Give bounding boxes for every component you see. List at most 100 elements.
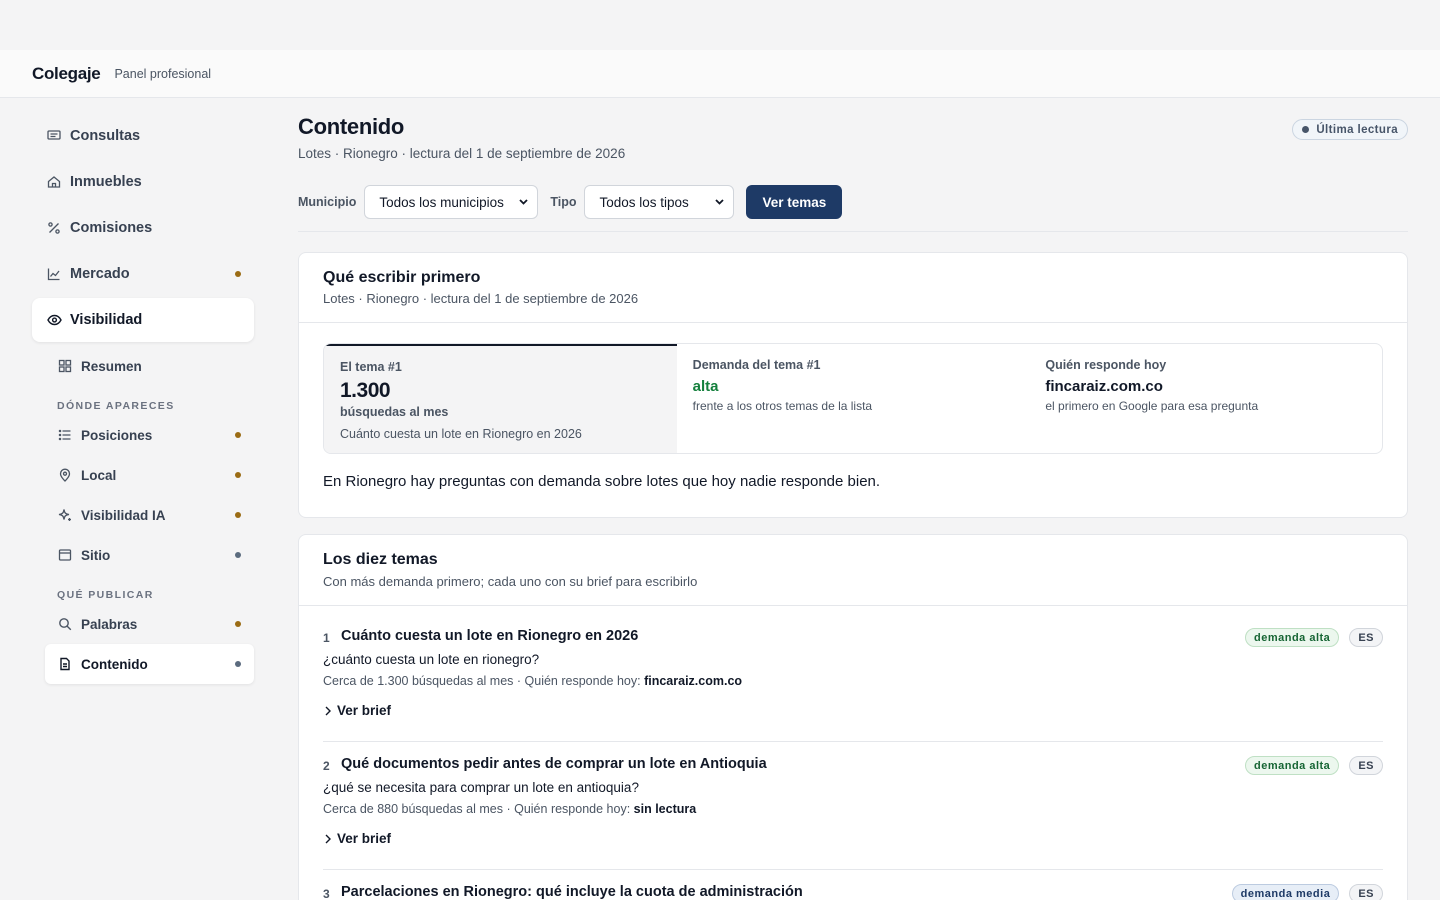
sidebar-item-label: Palabras: [81, 616, 138, 632]
sidebar-subitem-local[interactable]: Local: [45, 455, 254, 495]
sidebar-item-label: Sitio: [81, 547, 111, 563]
sidebar-subitem-resumen[interactable]: Resumen: [45, 346, 254, 386]
status-dot: [1302, 126, 1310, 133]
divider: [299, 605, 1407, 606]
browser-icon: [57, 547, 73, 563]
pin-icon: [57, 467, 73, 483]
municipio-select-value: Todos los municipios: [379, 194, 504, 210]
divider: [299, 322, 1407, 323]
brand-logo[interactable]: Colegaje: [32, 64, 101, 84]
metric-value: alta: [692, 378, 719, 395]
metric-demand: Demanda del tema #1 alta frente a los ot…: [677, 344, 1030, 453]
status-dot: [235, 512, 241, 518]
status-dot: [235, 661, 241, 667]
topic-number: 2: [323, 759, 330, 773]
sidebar-item-label: Mercado: [70, 266, 130, 282]
topic-meta: Cerca de 880 búsquedas al mes · Quién re…: [323, 802, 696, 816]
language-badge: ES: [1349, 756, 1383, 775]
topic-title: Cuánto cuesta un lote en Rionegro en 202…: [341, 628, 639, 644]
diez-temas-card: Los diez temas Con más demanda primero; …: [298, 534, 1408, 900]
list-item: 2 Qué documentos pedir antes de comprar …: [323, 756, 1383, 856]
sidebar-item-label: Consultas: [70, 128, 141, 144]
sidebar: Consultas Inmuebles Comisiones Mercado V…: [0, 98, 270, 900]
metric-note: el primero en Google para esa pregunta: [1045, 399, 1259, 413]
topic-responder-prefix: Quién responde hoy:: [524, 674, 641, 688]
sidebar-item-label: Inmuebles: [70, 174, 142, 190]
tipo-select[interactable]: Todos los tipos: [584, 185, 735, 219]
sidebar-subitem-visibilidad-ia[interactable]: Visibilidad IA: [45, 495, 254, 535]
sidebar-item-label: Visibilidad IA: [81, 507, 166, 523]
card-summary: En Rionegro hay preguntas con demanda so…: [323, 473, 881, 490]
brand-subtitle: Panel profesional: [114, 66, 212, 81]
card-subtitle: Lotes · Rionegro · lectura del 1 de sept…: [323, 291, 639, 306]
sidebar-subitem-posiciones[interactable]: Posiciones: [45, 415, 254, 455]
status-dot: [235, 621, 241, 627]
municipio-label: Municipio: [298, 195, 357, 209]
page-title: Contenido: [298, 114, 405, 139]
topic-badges: demanda media ES: [1222, 884, 1383, 900]
status-dot: [235, 432, 241, 438]
message-icon: [46, 128, 62, 144]
ver-brief-toggle[interactable]: Ver brief: [323, 703, 391, 718]
topic-volume: Cerca de 880 búsquedas al mes ·: [323, 802, 511, 816]
sidebar-subitem-sitio[interactable]: Sitio: [45, 535, 254, 575]
sidebar-item-label: Comisiones: [70, 220, 153, 236]
demand-badge: demanda alta: [1245, 756, 1340, 775]
search-icon: [57, 616, 73, 632]
sidebar-item-label: Visibilidad: [70, 312, 143, 328]
metric-responder: Quién responde hoy fincaraiz.com.co el p…: [1029, 344, 1382, 453]
chevron-right-icon: [323, 833, 333, 845]
tipo-label: Tipo: [550, 195, 577, 209]
card-title: Qué escribir primero: [323, 269, 481, 286]
topic-responder: sin lectura: [633, 802, 697, 816]
sidebar-item-comisiones[interactable]: Comisiones: [32, 206, 254, 250]
metric-label: Demanda del tema #1: [692, 358, 821, 372]
metric-unit: búsquedas al mes: [340, 405, 449, 419]
sparkle-icon: [57, 507, 73, 523]
sidebar-item-visibilidad[interactable]: Visibilidad: [32, 298, 254, 342]
main-content: Contenido Lotes · Rionegro · lectura del…: [298, 98, 1408, 900]
sidebar-subitem-contenido[interactable]: Contenido: [45, 644, 254, 684]
metric-label: El tema #1: [340, 360, 402, 374]
sidebar-item-consultas[interactable]: Consultas: [32, 114, 254, 158]
browser-top-strip: [0, 0, 1440, 50]
metric-top-topic: El tema #1 1.300 búsquedas al mes Cuánto…: [324, 344, 677, 453]
chart-icon: [46, 266, 62, 282]
metrics-row: El tema #1 1.300 búsquedas al mes Cuánto…: [323, 343, 1383, 454]
sidebar-subitem-palabras[interactable]: Palabras: [45, 604, 254, 644]
card-subtitle: Con más demanda primero; cada uno con su…: [323, 574, 698, 589]
sidebar-item-label: Local: [81, 467, 117, 483]
list-item: 1 Cuánto cuesta un lote en Rionegro en 2…: [323, 628, 1383, 728]
status-dot: [235, 271, 241, 277]
grid-icon: [57, 358, 73, 374]
chevron-right-icon: [323, 705, 333, 717]
list-item: 3 Parcelaciones en Rionegro: qué incluye…: [323, 884, 1383, 900]
card-title: Los diez temas: [323, 551, 438, 568]
section-label-donde: DÓNDE APARECES: [57, 400, 175, 412]
topic-volume: Cerca de 1.300 búsquedas al mes ·: [323, 674, 522, 688]
list-icon: [57, 427, 73, 443]
sidebar-item-label: Contenido: [81, 656, 148, 672]
sidebar-item-mercado[interactable]: Mercado: [32, 252, 254, 296]
topic-responder-prefix: Quién responde hoy:: [514, 802, 631, 816]
app-header: Colegaje Panel profesional: [0, 50, 1440, 98]
metric-value: fincaraiz.com.co: [1045, 378, 1163, 395]
ver-brief-label: Ver brief: [337, 831, 392, 846]
topic-badges: demanda alta ES: [1235, 756, 1383, 775]
ver-brief-toggle[interactable]: Ver brief: [323, 831, 391, 846]
topic-badges: demanda alta ES: [1235, 628, 1383, 647]
topic-number: 1: [323, 631, 330, 645]
chevron-down-icon: [518, 195, 529, 210]
topic-title: Parcelaciones en Rionegro: qué incluye l…: [341, 884, 803, 900]
topic-number: 3: [323, 887, 330, 900]
municipio-select[interactable]: Todos los municipios: [364, 185, 539, 219]
sidebar-item-inmuebles[interactable]: Inmuebles: [32, 160, 254, 204]
demand-badge: demanda media: [1231, 884, 1340, 900]
sidebar-item-label: Posiciones: [81, 427, 153, 443]
ver-temas-button[interactable]: Ver temas: [746, 185, 843, 219]
metric-note: frente a los otros temas de la lista: [692, 399, 873, 413]
status-badge: Última lectura: [1292, 119, 1408, 140]
metric-label: Quién responde hoy: [1045, 358, 1167, 372]
topic-title: Qué documentos pedir antes de comprar un…: [341, 756, 767, 772]
filter-bar: Municipio Todos los municipios Tipo Todo…: [298, 185, 843, 219]
